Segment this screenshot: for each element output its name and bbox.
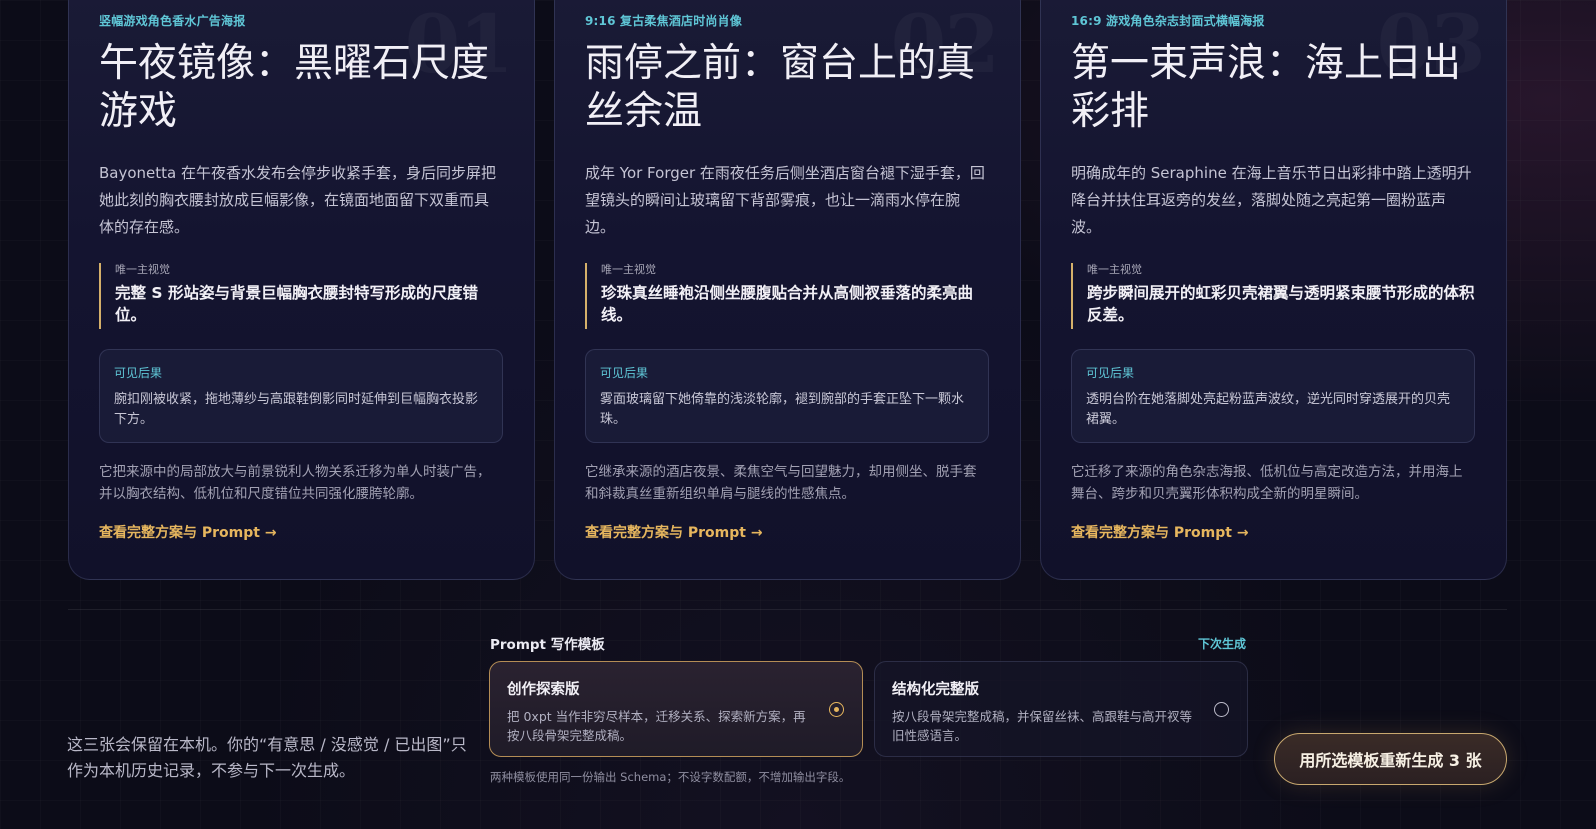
main-visual-block: 唯一主视觉 完整 S 形站姿与背景巨幅胸衣腰封特写形成的尺度错位。 [99, 263, 503, 329]
card-description: 明确成年的 Seraphine 在海上音乐节日出彩排中踏上透明升降台并扶住耳返旁… [1071, 164, 1472, 236]
main-visual-label: 唯一主视觉 [115, 263, 170, 276]
card-description: 成年 Yor Forger 在雨夜任务后侧坐酒店窗台褪下湿手套，回望镜头的瞬间让… [585, 164, 985, 236]
view-full-plan-link[interactable]: 查看完整方案与 Prompt → [585, 522, 763, 542]
radio-selected-icon[interactable] [829, 702, 844, 717]
main-visual-label: 唯一主视觉 [601, 263, 656, 276]
next-generation-label: 下次生成 [1197, 636, 1246, 651]
main-visual-text: 跨步瞬间展开的虹彩贝壳裙翼与透明紧束腰节形成的体积反差。 [1087, 284, 1475, 324]
card-description: Bayonetta 在午夜香水发布会停步收紧手套，身后同步屏把她此刻的胸衣腰封放… [99, 164, 496, 236]
visible-result-label: 可见后果 [114, 366, 163, 380]
regenerate-button[interactable]: 用所选模板重新生成 3 张 [1274, 733, 1507, 785]
section-divider [68, 609, 1507, 610]
template-option-creative[interactable]: 创作探索版 把 0xpt 当作非穷尽样本，迁移关系、探索新方案，再按八段骨架完整… [489, 661, 863, 757]
card-list: 01 竖幅游戏角色香水广告海报 午夜镜像：黑曜石尺度游戏 Bayonetta 在… [68, 0, 1507, 580]
template-option-structured[interactable]: 结构化完整版 按八段骨架完整成稿，并保留丝袜、高跟鞋与高开衩等旧性感语言。 [874, 661, 1248, 757]
card-note: 它继承来源的酒店夜景、柔焦空气与回望魅力，却用侧坐、脱手套和斜裁真丝重新组织单肩… [585, 464, 977, 502]
plan-card: 03 16:9 游戏角色杂志封面式横幅海报 第一束声浪：海上日出彩排 明确成年的… [1040, 0, 1507, 580]
template-option-description: 把 0xpt 当作非穷尽样本，迁移关系、探索新方案，再按八段骨架完整成稿。 [507, 709, 806, 743]
main-visual-block: 唯一主视觉 跨步瞬间展开的虹彩贝壳裙翼与透明紧束腰节形成的体积反差。 [1071, 263, 1475, 329]
local-history-note: 这三张会保留在本机。你的“有意思 / 没感觉 / 已出图”只作为本机历史记录，不… [67, 735, 467, 780]
plan-card: 02 9:16 复古柔焦酒店时尚肖像 雨停之前：窗台上的真丝余温 成年 Yor … [554, 0, 1021, 580]
visible-result-box: 可见后果 腕扣刚被收紧，拖地薄纱与高跟鞋倒影同时延伸到巨幅胸衣投影下方。 [99, 349, 503, 443]
visible-result-text: 雾面玻璃留下她倚靠的浅淡轮廓，褪到腕部的手套正坠下一颗水珠。 [600, 392, 965, 427]
template-header: Prompt 写作模板 下次生成 [490, 633, 1246, 654]
visible-result-text: 腕扣刚被收紧，拖地薄纱与高跟鞋倒影同时延伸到巨幅胸衣投影下方。 [114, 392, 479, 427]
template-options: 创作探索版 把 0xpt 当作非穷尽样本，迁移关系、探索新方案，再按八段骨架完整… [489, 661, 1248, 757]
main-visual-text: 珍珠真丝睡袍沿侧坐腰腹贴合并从高侧衩垂落的柔亮曲线。 [601, 284, 974, 324]
template-hint: 两种模板使用同一份输出 Schema；不设字数配额，不增加输出字段。 [490, 770, 851, 784]
template-option-title: 创作探索版 [507, 682, 580, 698]
visible-result-label: 可见后果 [1086, 366, 1135, 380]
card-note: 它迁移了来源的角色杂志海报、低机位与高定改造方法，并用海上舞台、跨步和贝壳翼形体… [1071, 464, 1463, 502]
card-number: 02 [891, 0, 998, 91]
card-number: 01 [405, 0, 512, 91]
plan-card: 01 竖幅游戏角色香水广告海报 午夜镜像：黑曜石尺度游戏 Bayonetta 在… [68, 0, 535, 580]
main-visual-block: 唯一主视觉 珍珠真丝睡袍沿侧坐腰腹贴合并从高侧衩垂落的柔亮曲线。 [585, 263, 989, 329]
visible-result-box: 可见后果 透明台阶在她落脚处亮起粉蓝声波纹，逆光同时穿透展开的贝壳裙翼。 [1071, 349, 1475, 443]
template-section-title: Prompt 写作模板 [490, 637, 605, 653]
view-full-plan-link[interactable]: 查看完整方案与 Prompt → [1071, 522, 1249, 542]
card-note: 它把来源中的局部放大与前景锐利人物关系迁移为单人时装广告，并以胸衣结构、低机位和… [99, 464, 491, 502]
visible-result-box: 可见后果 雾面玻璃留下她倚靠的浅淡轮廓，褪到腕部的手套正坠下一颗水珠。 [585, 349, 989, 443]
main-visual-label: 唯一主视觉 [1087, 263, 1142, 276]
radio-unselected-icon[interactable] [1214, 702, 1229, 717]
card-number: 03 [1377, 0, 1484, 91]
visible-result-label: 可见后果 [600, 366, 649, 380]
template-option-description: 按八段骨架完整成稿，并保留丝袜、高跟鞋与高开衩等旧性感语言。 [892, 709, 1193, 743]
template-option-title: 结构化完整版 [892, 682, 979, 698]
main-visual-text: 完整 S 形站姿与背景巨幅胸衣腰封特写形成的尺度错位。 [115, 284, 478, 324]
view-full-plan-link[interactable]: 查看完整方案与 Prompt → [99, 522, 277, 542]
visible-result-text: 透明台阶在她落脚处亮起粉蓝声波纹，逆光同时穿透展开的贝壳裙翼。 [1086, 392, 1451, 427]
